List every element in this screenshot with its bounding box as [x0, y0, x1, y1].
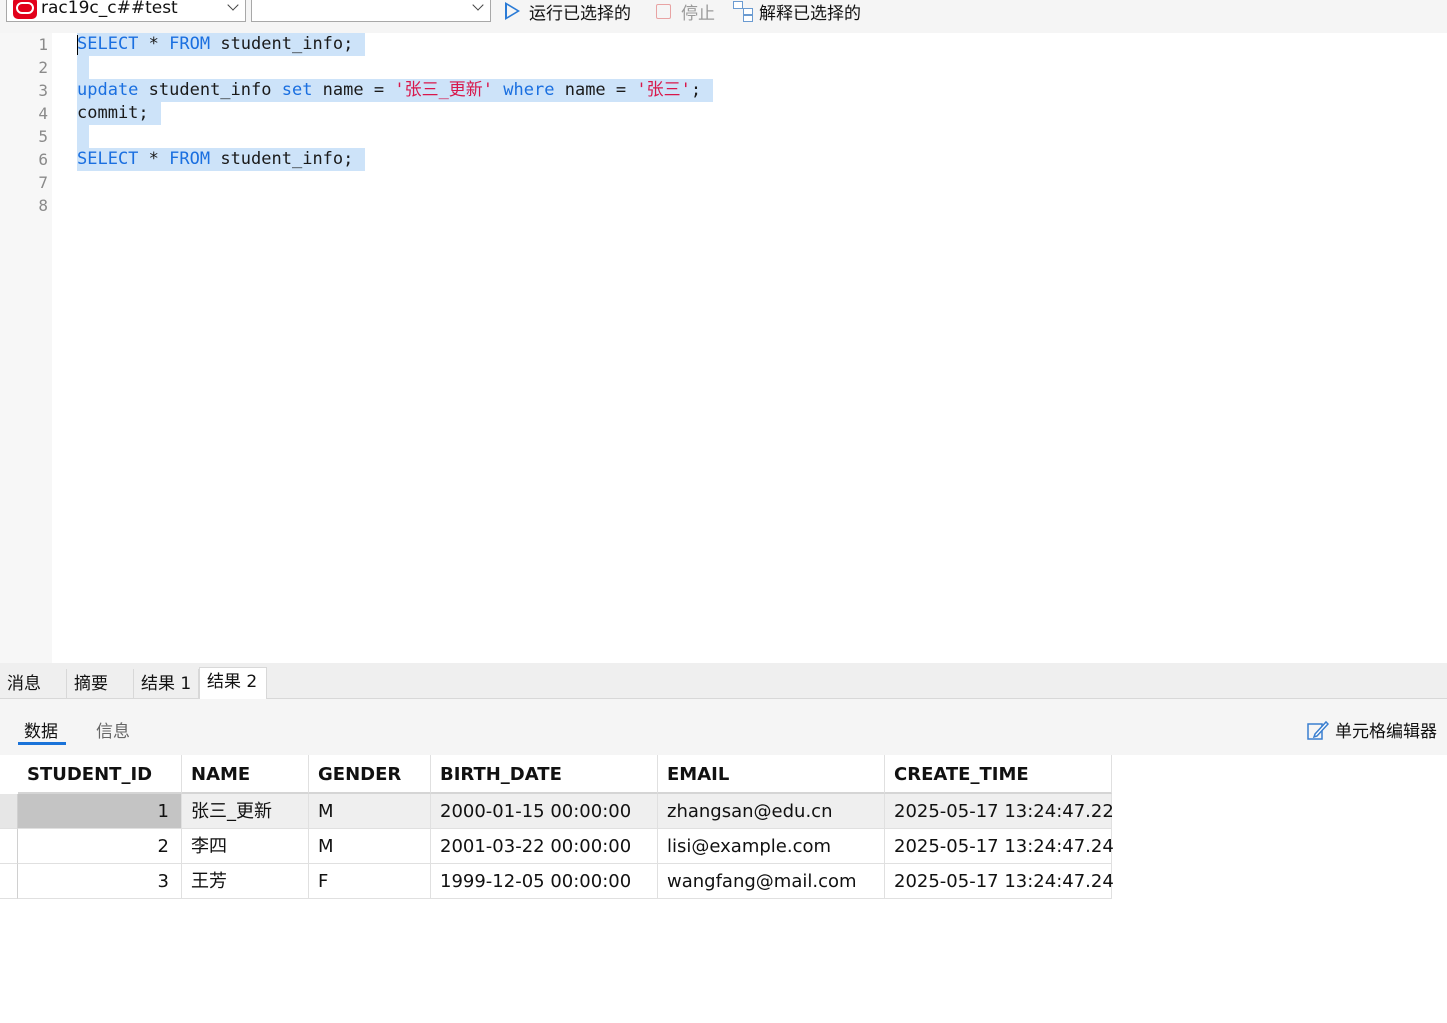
result-sub-tab-bar: 数据 信息 单元格编辑器 — [0, 699, 1447, 755]
column-header[interactable]: EMAIL — [658, 755, 885, 794]
table-cell[interactable]: 张三_更新 — [182, 794, 309, 829]
sql-text: * — [138, 34, 170, 54]
column-header[interactable]: CREATE_TIME — [885, 755, 1112, 794]
table-cell[interactable]: 2000-01-15 00:00:00 — [431, 794, 658, 829]
explain-plan-icon — [731, 0, 757, 22]
connection-name: rac19c_c##test — [41, 0, 178, 18]
selection-highlight — [77, 125, 89, 148]
chevron-down-icon — [472, 0, 484, 11]
table-cell[interactable]: zhangsan@edu.cn — [658, 794, 885, 829]
cell-editor-button[interactable]: 单元格编辑器 — [1307, 717, 1437, 742]
row-selector[interactable] — [0, 829, 18, 864]
line-number: 5 — [38, 127, 48, 146]
table-cell[interactable]: M — [309, 794, 431, 829]
line-number: 3 — [38, 81, 48, 100]
cell-editor-label: 单元格编辑器 — [1335, 722, 1437, 742]
row-selector[interactable] — [0, 794, 18, 829]
tab-result-2[interactable]: 结果 2 — [199, 667, 267, 699]
sql-text: student_info — [138, 80, 282, 100]
table-cell[interactable]: 2025-05-17 13:24:47.24 — [885, 864, 1114, 899]
oracle-db-icon — [13, 0, 37, 19]
result-tab-bar: 消息 摘要 结果 1 结果 2 — [0, 663, 1447, 699]
table-cell[interactable]: 3 — [18, 864, 182, 899]
line-number: 7 — [38, 173, 48, 192]
subtab-info[interactable]: 信息 — [96, 717, 130, 742]
table-cell[interactable]: F — [309, 864, 431, 899]
code-line[interactable]: commit; — [77, 102, 161, 125]
sql-text: ; — [690, 80, 702, 100]
table-cell[interactable]: 1999-12-05 00:00:00 — [431, 864, 658, 899]
connection-select[interactable]: rac19c_c##test — [6, 0, 246, 22]
line-number: 4 — [38, 104, 48, 123]
column-header[interactable]: BIRTH_DATE — [431, 755, 658, 794]
text-caret — [77, 35, 78, 55]
schema-select[interactable] — [251, 0, 491, 22]
sql-keyword: FROM — [169, 149, 211, 169]
row-selector[interactable] — [0, 864, 18, 899]
edit-pencil-icon — [1307, 720, 1329, 740]
line-number: 8 — [38, 196, 48, 215]
sql-keyword: FROM — [169, 34, 211, 54]
sql-text: name = — [312, 80, 395, 100]
explain-selected-button[interactable]: 解释已选择的 — [731, 0, 861, 24]
table-cell[interactable]: 2025-05-17 13:24:47.22 — [885, 794, 1114, 829]
sql-text: student_info; — [210, 149, 354, 169]
column-header[interactable]: GENDER — [309, 755, 431, 794]
table-cell[interactable]: 2025-05-17 13:24:47.24 — [885, 829, 1114, 864]
sql-string: '张三' — [636, 80, 691, 100]
sql-text: student_info; — [210, 34, 354, 54]
line-number: 1 — [38, 35, 48, 54]
sql-text: * — [138, 149, 170, 169]
sql-keyword: update — [77, 80, 139, 100]
tab-result-1[interactable]: 结果 1 — [134, 669, 199, 699]
sql-keyword: where — [503, 80, 555, 100]
run-selected-label: 运行已选择的 — [529, 3, 631, 24]
tab-summary[interactable]: 摘要 — [67, 669, 134, 699]
table-cell[interactable]: 2001-03-22 00:00:00 — [431, 829, 658, 864]
sql-editor[interactable]: 12345678 SELECT * FROM student_info; upda… — [0, 33, 1447, 663]
code-line[interactable]: SELECT * FROM student_info; — [77, 148, 366, 171]
sql-keyword: set — [281, 80, 313, 100]
sql-text: commit; — [77, 103, 149, 123]
code-line[interactable]: SELECT * FROM student_info; — [77, 33, 366, 56]
tab-messages[interactable]: 消息 — [0, 669, 67, 699]
sql-string: '张三_更新' — [394, 80, 494, 100]
code-line[interactable]: update student_info set name = '张三_更新' w… — [77, 79, 714, 102]
run-selected-button[interactable]: 运行已选择的 — [505, 0, 631, 24]
chevron-down-icon — [227, 0, 239, 11]
selection-highlight — [77, 56, 89, 79]
line-number: 6 — [38, 150, 48, 169]
line-number: 2 — [38, 58, 48, 77]
subtab-data[interactable]: 数据 — [24, 717, 58, 742]
line-number-gutter: 1 2 3 4 5 6 7 8 — [0, 33, 52, 663]
explain-selected-label: 解释已选择的 — [759, 3, 861, 24]
active-subtab-indicator — [18, 742, 66, 745]
column-header[interactable]: STUDENT_ID — [18, 755, 182, 794]
table-cell[interactable]: 李四 — [182, 829, 309, 864]
sql-keyword: SELECT — [77, 34, 139, 54]
play-icon — [505, 2, 520, 20]
sql-text: name = — [554, 80, 637, 100]
stop-label: 停止 — [681, 3, 715, 24]
table-cell[interactable]: 2 — [18, 829, 182, 864]
toolbar: rac19c_c##test 运行已选择的 停止 解释已选择的 — [0, 0, 1447, 33]
table-cell[interactable]: 1 — [18, 794, 182, 829]
stop-button[interactable]: 停止 — [656, 0, 715, 24]
table-cell[interactable]: M — [309, 829, 431, 864]
sql-keyword: SELECT — [77, 149, 139, 169]
stop-icon — [656, 3, 671, 19]
table-cell[interactable]: 王芳 — [182, 864, 309, 899]
table-cell[interactable]: wangfang@mail.com — [658, 864, 885, 899]
table-cell[interactable]: lisi@example.com — [658, 829, 885, 864]
column-header[interactable]: NAME — [182, 755, 309, 794]
